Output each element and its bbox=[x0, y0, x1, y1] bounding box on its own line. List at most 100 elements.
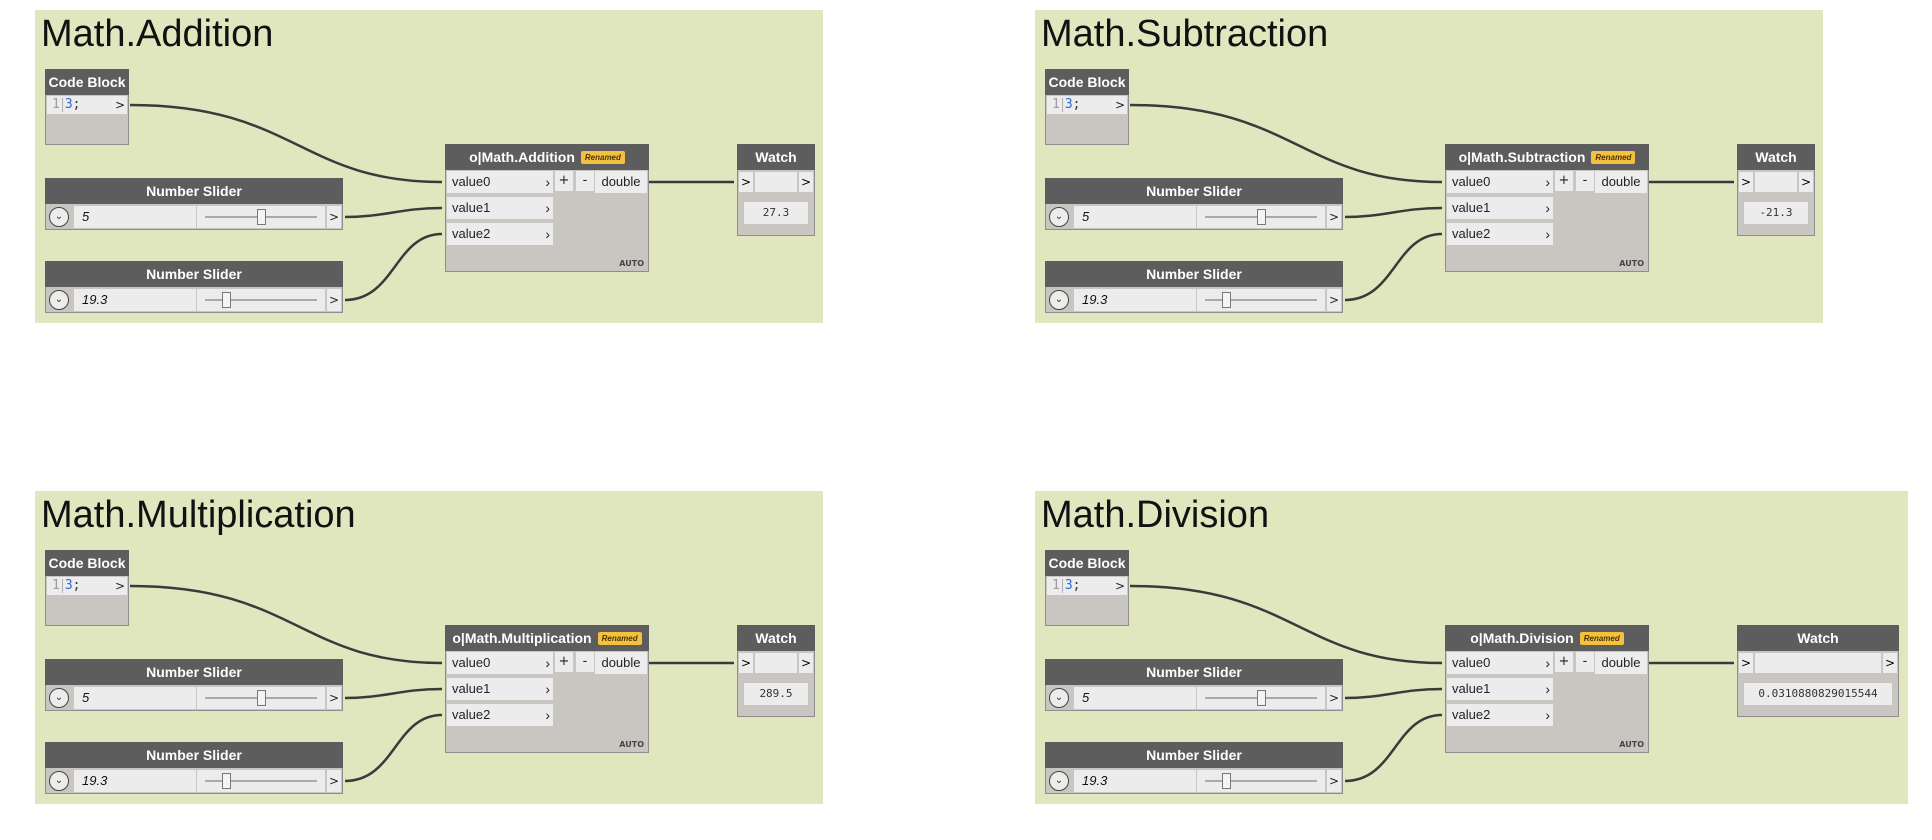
number-slider-node[interactable]: Number Slider ⌄ 5 > bbox=[1045, 178, 1343, 230]
watch-node[interactable]: Watch > > 27.3 bbox=[737, 144, 815, 236]
output-port[interactable]: > bbox=[799, 172, 813, 192]
output-port[interactable]: > bbox=[1327, 770, 1341, 792]
input-port-value2[interactable]: value2 › bbox=[1447, 223, 1553, 245]
input-port-value1[interactable]: value1 › bbox=[1447, 678, 1553, 700]
output-port[interactable]: > bbox=[1799, 172, 1813, 192]
code-editor[interactable]: 1 3; bbox=[1047, 577, 1113, 595]
slider-thumb[interactable] bbox=[1257, 209, 1266, 225]
code-block-node[interactable]: Code Block 1 3; > bbox=[45, 550, 129, 626]
input-port[interactable]: > bbox=[1739, 653, 1753, 673]
slider-value[interactable]: 5 bbox=[1074, 206, 1196, 228]
input-port-value2[interactable]: value2 › bbox=[1447, 704, 1553, 726]
code-editor[interactable]: 1 3; bbox=[47, 96, 113, 114]
output-port-double[interactable]: double bbox=[1595, 171, 1647, 193]
lacing-label: AUTO bbox=[1619, 740, 1644, 749]
chevron-down-icon[interactable]: ⌄ bbox=[1049, 290, 1069, 310]
number-slider-node[interactable]: Number Slider ⌄ 19.3 > bbox=[1045, 742, 1343, 794]
add-input-button[interactable]: + bbox=[555, 171, 573, 191]
number-slider-node[interactable]: Number Slider ⌄ 5 > bbox=[1045, 659, 1343, 711]
output-port[interactable]: > bbox=[799, 653, 813, 673]
output-port[interactable]: > bbox=[113, 577, 127, 595]
output-port[interactable]: > bbox=[327, 687, 341, 709]
slider-value[interactable]: 5 bbox=[74, 687, 196, 709]
group-math-division[interactable]: Math.Division Code Block 1 3; > Number Sl… bbox=[1035, 491, 1908, 804]
slider-value[interactable]: 19.3 bbox=[74, 289, 196, 311]
number-slider-node[interactable]: Number Slider ⌄ 19.3 > bbox=[45, 261, 343, 313]
slider-thumb[interactable] bbox=[1257, 690, 1266, 706]
input-port-value2[interactable]: value2 › bbox=[447, 223, 553, 245]
output-port[interactable]: > bbox=[327, 206, 341, 228]
watch-node[interactable]: Watch > > 289.5 bbox=[737, 625, 815, 717]
code-block-node[interactable]: Code Block 1 3; > bbox=[1045, 69, 1129, 145]
number-slider-node[interactable]: Number Slider ⌄ 5 > bbox=[45, 178, 343, 230]
chevron-down-icon[interactable]: ⌄ bbox=[49, 290, 69, 310]
code-block-node[interactable]: Code Block 1 3; > bbox=[1045, 550, 1129, 626]
math-node[interactable]: o|Math.Division Renamed value0 › value1 › v… bbox=[1445, 625, 1649, 753]
input-port-value0[interactable]: value0 › bbox=[447, 171, 553, 193]
output-port[interactable]: > bbox=[1327, 206, 1341, 228]
output-port[interactable]: > bbox=[327, 770, 341, 792]
input-port[interactable]: > bbox=[739, 172, 753, 192]
slider-thumb[interactable] bbox=[222, 292, 232, 308]
math-node[interactable]: o|Math.Subtraction Renamed value0 › value1… bbox=[1445, 144, 1649, 272]
number-slider-node[interactable]: Number Slider ⌄ 5 > bbox=[45, 659, 343, 711]
input-port-value0[interactable]: value0 › bbox=[447, 652, 553, 674]
slider-thumb[interactable] bbox=[257, 209, 266, 225]
math-node[interactable]: o|Math.Multiplication Renamed value0 › val… bbox=[445, 625, 649, 753]
chevron-down-icon[interactable]: ⌄ bbox=[1049, 771, 1069, 791]
watch-node[interactable]: Watch > > 0.0310880829015544 bbox=[1737, 625, 1899, 717]
code-editor[interactable]: 1 3; bbox=[1047, 96, 1113, 114]
watch-node[interactable]: Watch > > -21.3 bbox=[1737, 144, 1815, 236]
add-input-button[interactable]: + bbox=[1555, 171, 1573, 191]
output-port[interactable]: > bbox=[1113, 96, 1127, 114]
slider-value[interactable]: 19.3 bbox=[74, 770, 196, 792]
chevron-down-icon[interactable]: ⌄ bbox=[49, 207, 69, 227]
output-port-double[interactable]: double bbox=[595, 652, 647, 674]
add-input-button[interactable]: + bbox=[1555, 652, 1573, 672]
input-port-value1[interactable]: value1 › bbox=[1447, 197, 1553, 219]
add-input-button[interactable]: + bbox=[555, 652, 573, 672]
input-port-value2[interactable]: value2 › bbox=[447, 704, 553, 726]
slider-value[interactable]: 5 bbox=[74, 206, 196, 228]
slider-thumb[interactable] bbox=[1222, 773, 1232, 789]
output-port-double[interactable]: double bbox=[595, 171, 647, 193]
output-port[interactable]: > bbox=[1113, 577, 1127, 595]
remove-input-button[interactable]: - bbox=[576, 171, 594, 191]
output-port[interactable]: > bbox=[113, 96, 127, 114]
remove-input-button[interactable]: - bbox=[1576, 171, 1594, 191]
chevron-down-icon[interactable]: ⌄ bbox=[49, 688, 69, 708]
number-slider-node[interactable]: Number Slider ⌄ 19.3 > bbox=[1045, 261, 1343, 313]
input-port[interactable]: > bbox=[1739, 172, 1753, 192]
output-port[interactable]: > bbox=[1327, 687, 1341, 709]
slider-thumb[interactable] bbox=[222, 773, 232, 789]
group-math-subtraction[interactable]: Math.Subtraction Code Block 1 3; > Number… bbox=[1035, 10, 1823, 323]
slider-value[interactable]: 19.3 bbox=[1074, 770, 1196, 792]
number-slider-node[interactable]: Number Slider ⌄ 19.3 > bbox=[45, 742, 343, 794]
output-port[interactable]: > bbox=[327, 289, 341, 311]
input-port-value1[interactable]: value1 › bbox=[447, 197, 553, 219]
chevron-down-icon[interactable]: ⌄ bbox=[1049, 207, 1069, 227]
chevron-down-icon[interactable]: ⌄ bbox=[49, 771, 69, 791]
code-block-node[interactable]: Code Block 1 3; > bbox=[45, 69, 129, 145]
slider-value[interactable]: 19.3 bbox=[1074, 289, 1196, 311]
wire-codeblock-value0 bbox=[1129, 584, 1443, 665]
output-port[interactable]: > bbox=[1327, 289, 1341, 311]
remove-input-button[interactable]: - bbox=[1576, 652, 1594, 672]
remove-input-button[interactable]: - bbox=[576, 652, 594, 672]
slider-thumb[interactable] bbox=[1222, 292, 1232, 308]
group-math-addition[interactable]: Math.Addition Code Block 1 3; > Number Sl… bbox=[35, 10, 823, 323]
output-port-double[interactable]: double bbox=[1595, 652, 1647, 674]
math-node[interactable]: o|Math.Addition Renamed value0 › value1 › v… bbox=[445, 144, 649, 272]
code-editor[interactable]: 1 3; bbox=[47, 577, 113, 595]
input-port[interactable]: > bbox=[739, 653, 753, 673]
chevron-down-icon[interactable]: ⌄ bbox=[1049, 688, 1069, 708]
slider-thumb[interactable] bbox=[257, 690, 266, 706]
group-math-multiplication[interactable]: Math.Multiplication Code Block 1 3; > Num… bbox=[35, 491, 823, 804]
slider-value[interactable]: 5 bbox=[1074, 687, 1196, 709]
output-port[interactable]: > bbox=[1883, 653, 1897, 673]
input-port-value0[interactable]: value0 › bbox=[1447, 171, 1553, 193]
input-port-value0[interactable]: value0 › bbox=[1447, 652, 1553, 674]
renamed-badge: Renamed bbox=[1591, 150, 1636, 164]
code-terminator: ; bbox=[72, 578, 81, 593]
input-port-value1[interactable]: value1 › bbox=[447, 678, 553, 700]
